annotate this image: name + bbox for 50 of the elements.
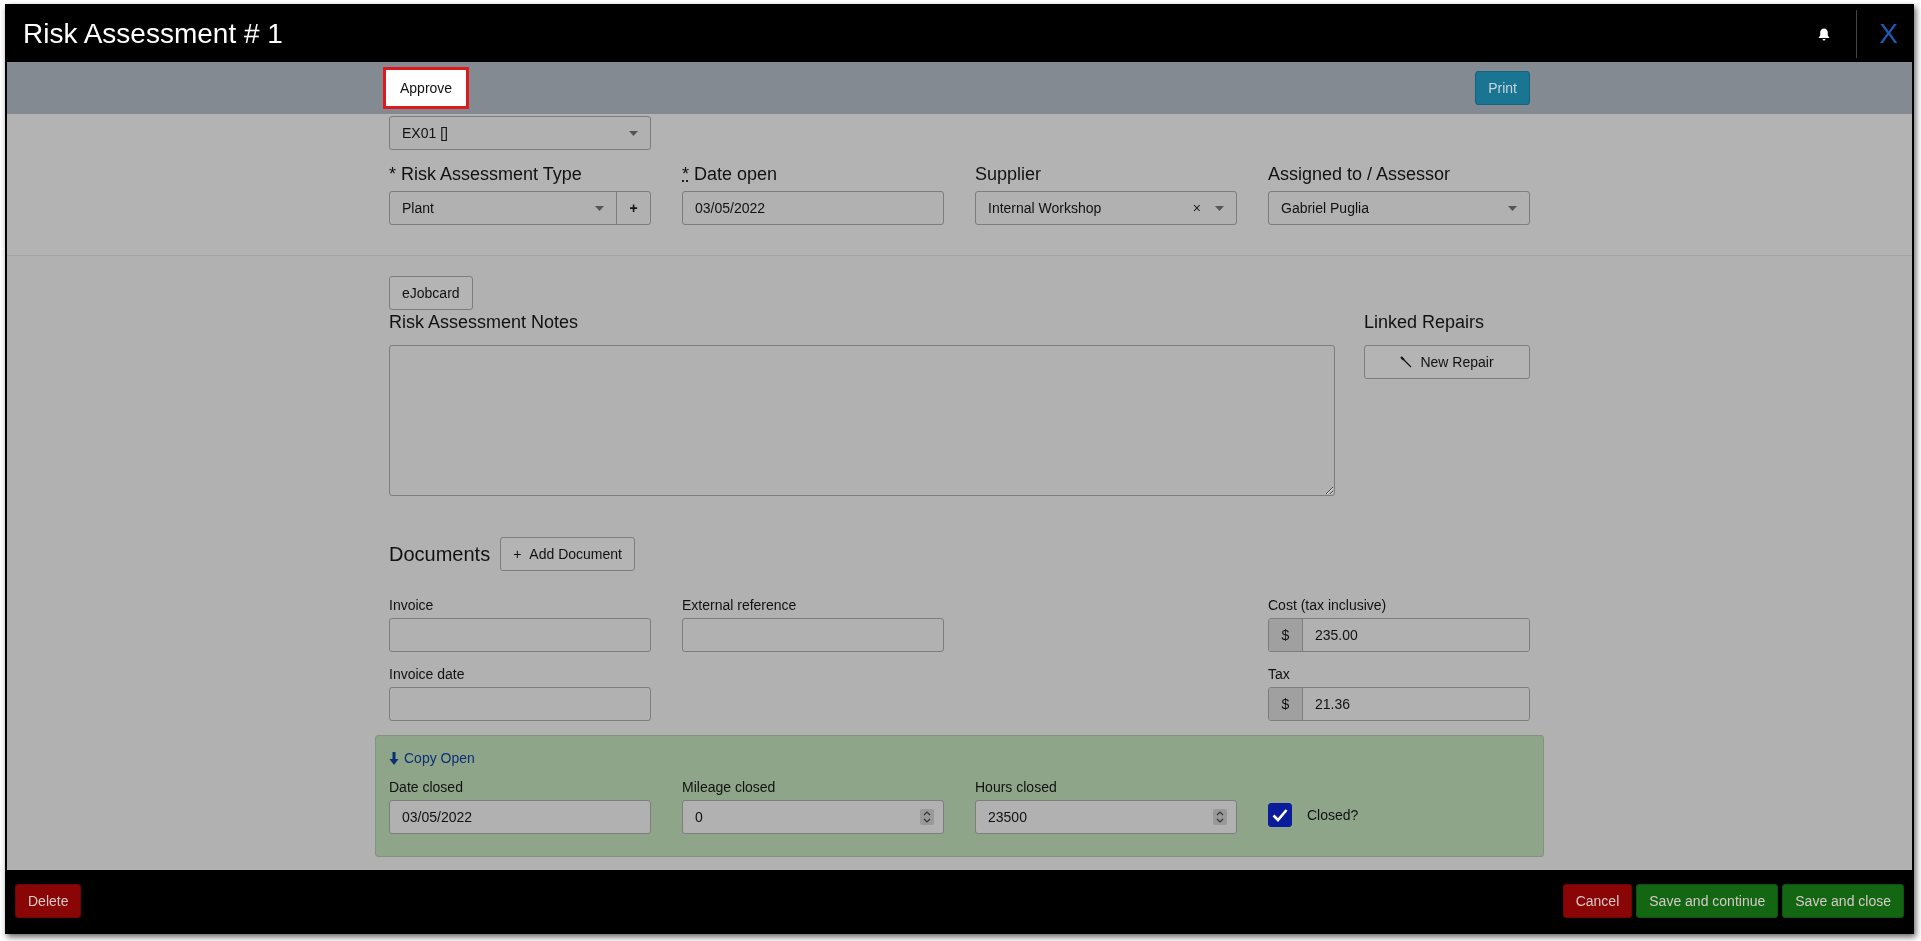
caret-icon [1215, 205, 1224, 211]
linked-repairs-label: Linked Repairs [1364, 312, 1486, 333]
new-repair-button[interactable]: New Repair [1364, 345, 1530, 379]
field-label: Invoice date [389, 666, 466, 682]
asset-select[interactable]: EX01 [] [389, 116, 651, 150]
field-label: Assigned to / Assessor [1268, 164, 1452, 185]
reference-field[interactable] [682, 618, 944, 652]
arrow-down-icon [389, 751, 399, 765]
caret-icon [595, 205, 604, 211]
footer-button[interactable]: Delete [15, 884, 82, 918]
copy-open-link[interactable]: Copy Open [389, 750, 475, 766]
check-icon [1272, 807, 1288, 822]
field-label: * Date open [682, 164, 779, 185]
number-field[interactable]: 0 [682, 799, 944, 834]
ejobcard-button[interactable]: eJobcard [389, 276, 473, 310]
notes-label: Risk Assessment Notes [389, 312, 580, 333]
bell-icon[interactable] [1818, 27, 1831, 41]
caret-icon [629, 130, 638, 136]
number-field[interactable]: 23500 [975, 799, 1237, 834]
field-label: Cost (tax inclusive) [1268, 597, 1388, 613]
field-label: Hours closed [975, 778, 1058, 795]
currency-field[interactable]: $ 235.00 [1268, 618, 1530, 652]
footer-button[interactable]: Save and continue [1636, 884, 1779, 918]
caret-icon [1508, 205, 1517, 211]
closed-label: Closed? [1307, 806, 1359, 823]
currency-field[interactable]: $ 21.36 [1268, 687, 1530, 721]
footer-button[interactable]: Cancel [1562, 884, 1633, 918]
field-label: Mileage closed [682, 778, 777, 795]
approve-button[interactable]: Approve [383, 67, 470, 109]
select-field[interactable]: Plant + [389, 191, 651, 225]
window-title: Risk Assessment # 1 [23, 18, 284, 50]
documents-heading: Documents [389, 542, 491, 566]
field-label: Invoice [389, 597, 435, 613]
date-field[interactable]: 03/05/2022 [389, 799, 651, 834]
field-label: External reference [682, 597, 798, 613]
select-field[interactable]: Internal Workshop × [975, 191, 1237, 225]
wrench-icon [1400, 356, 1413, 368]
field-label: * Risk Assessment Type [389, 164, 583, 185]
date-field[interactable]: 03/05/2022 [682, 191, 944, 225]
closed-checkbox[interactable] [1268, 802, 1292, 827]
print-button[interactable]: Print [1475, 71, 1530, 105]
invoice-field[interactable] [389, 618, 651, 652]
add-button[interactable]: + [616, 192, 650, 224]
footer-button[interactable]: Save and close [1782, 884, 1904, 918]
field-label: Tax [1268, 666, 1291, 682]
add-document-button[interactable]: + Add Document [500, 537, 635, 571]
field-label: Supplier [975, 164, 1043, 185]
select-field[interactable]: Gabriel Puglia [1268, 191, 1530, 225]
field-label: Date closed [389, 778, 464, 795]
date-field[interactable] [389, 687, 651, 721]
